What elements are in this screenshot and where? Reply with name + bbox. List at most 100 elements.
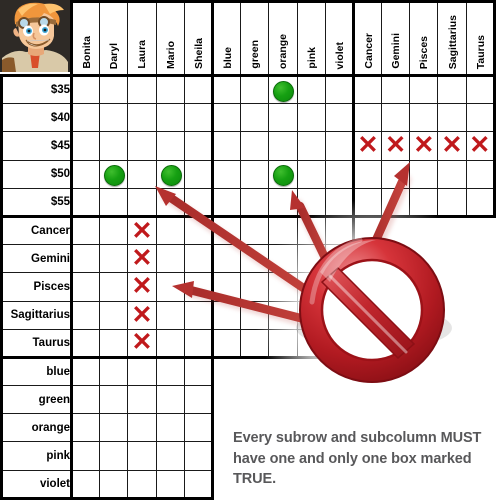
grid-cell[interactable] <box>155 355 185 387</box>
grid-cell[interactable] <box>69 159 101 189</box>
grid-cell[interactable] <box>437 73 467 105</box>
grid-cell[interactable] <box>99 131 129 161</box>
grid-cell[interactable] <box>296 214 326 246</box>
grid-cell[interactable] <box>183 413 214 443</box>
grid-cell[interactable] <box>127 73 157 105</box>
grid-cell[interactable] <box>183 73 213 105</box>
grid-cell[interactable] <box>210 300 242 330</box>
grid-cell[interactable] <box>99 73 129 105</box>
grid-cell[interactable] <box>69 73 101 105</box>
grid-cell[interactable] <box>324 103 354 133</box>
grid-cell[interactable] <box>69 131 101 161</box>
grid-cell[interactable] <box>99 385 129 415</box>
grid-cell[interactable] <box>296 159 326 189</box>
grid-cell[interactable] <box>240 328 270 359</box>
grid-cell[interactable] <box>127 355 157 387</box>
grid-cell[interactable] <box>240 244 270 274</box>
grid-cell[interactable] <box>69 187 101 217</box>
grid-cell[interactable] <box>127 385 157 415</box>
grid-cell[interactable] <box>69 441 101 471</box>
grid-cell[interactable] <box>69 469 101 500</box>
grid-cell[interactable] <box>155 441 185 471</box>
grid-cell[interactable] <box>268 73 298 105</box>
grid-cell[interactable] <box>240 73 270 105</box>
grid-cell[interactable] <box>155 214 185 246</box>
grid-cell[interactable] <box>296 131 326 161</box>
grid-cell[interactable] <box>69 244 101 274</box>
grid-cell[interactable] <box>240 159 270 189</box>
grid-cell[interactable] <box>324 73 354 105</box>
grid-cell[interactable] <box>381 159 411 189</box>
grid-cell[interactable] <box>324 214 355 246</box>
grid-cell[interactable] <box>210 272 242 302</box>
grid-cell[interactable] <box>324 159 354 189</box>
grid-cell[interactable] <box>210 159 242 189</box>
grid-cell[interactable] <box>210 244 242 274</box>
grid-cell[interactable] <box>183 187 213 217</box>
grid-cell[interactable] <box>465 103 496 133</box>
grid-cell[interactable] <box>99 469 129 500</box>
grid-cell[interactable] <box>351 73 383 105</box>
grid-cell[interactable] <box>155 131 185 161</box>
grid-cell[interactable] <box>465 187 496 218</box>
grid-cell[interactable]: ✕ <box>127 300 157 330</box>
grid-cell[interactable] <box>99 244 129 274</box>
grid-cell[interactable] <box>268 159 298 189</box>
grid-cell[interactable] <box>210 73 242 105</box>
grid-cell[interactable] <box>465 73 496 105</box>
grid-cell[interactable] <box>155 187 185 217</box>
grid-cell[interactable] <box>351 187 383 218</box>
grid-cell[interactable] <box>183 385 214 415</box>
grid-cell[interactable] <box>409 187 439 218</box>
grid-cell[interactable] <box>296 272 326 302</box>
grid-cell[interactable] <box>183 300 213 330</box>
grid-cell[interactable] <box>69 413 101 443</box>
grid-cell[interactable] <box>296 300 326 330</box>
grid-cell[interactable] <box>183 244 213 274</box>
grid-cell[interactable] <box>127 413 157 443</box>
grid-cell[interactable] <box>240 214 270 246</box>
grid-cell[interactable] <box>240 187 270 217</box>
grid-cell[interactable] <box>409 159 439 189</box>
grid-cell[interactable] <box>69 355 101 387</box>
grid-cell[interactable] <box>296 73 326 105</box>
grid-cell[interactable] <box>351 103 383 133</box>
grid-cell[interactable] <box>324 131 354 161</box>
grid-cell[interactable] <box>155 103 185 133</box>
grid-cell[interactable] <box>99 214 129 246</box>
grid-cell[interactable] <box>210 103 242 133</box>
grid-cell[interactable] <box>183 355 214 387</box>
grid-cell[interactable] <box>437 187 467 218</box>
grid-cell[interactable] <box>437 159 467 189</box>
grid-cell[interactable] <box>381 73 411 105</box>
grid-cell[interactable] <box>127 131 157 161</box>
grid-cell[interactable] <box>99 159 129 189</box>
grid-cell[interactable] <box>324 328 355 359</box>
grid-cell[interactable] <box>155 272 185 302</box>
grid-cell[interactable] <box>210 214 242 246</box>
grid-cell[interactable] <box>183 103 213 133</box>
grid-cell[interactable] <box>268 272 298 302</box>
grid-cell[interactable] <box>69 385 101 415</box>
grid-cell[interactable] <box>296 328 326 359</box>
grid-cell[interactable] <box>183 469 214 500</box>
grid-cell[interactable] <box>127 103 157 133</box>
grid-cell[interactable] <box>155 413 185 443</box>
grid-cell[interactable] <box>296 187 326 217</box>
grid-cell[interactable] <box>210 328 242 359</box>
grid-cell[interactable] <box>324 244 355 274</box>
grid-cell[interactable] <box>99 328 129 358</box>
grid-cell[interactable] <box>69 103 101 133</box>
grid-cell[interactable]: ✕ <box>127 244 157 274</box>
grid-cell[interactable] <box>99 187 129 217</box>
grid-cell[interactable] <box>69 214 101 246</box>
grid-cell[interactable] <box>183 159 213 189</box>
grid-cell[interactable] <box>324 300 355 330</box>
grid-cell[interactable] <box>268 131 298 161</box>
grid-cell[interactable] <box>127 187 157 217</box>
grid-cell[interactable] <box>127 441 157 471</box>
grid-cell[interactable] <box>240 300 270 330</box>
grid-cell[interactable] <box>296 244 326 274</box>
grid-cell[interactable] <box>240 131 270 161</box>
grid-cell[interactable]: ✕ <box>127 214 157 246</box>
